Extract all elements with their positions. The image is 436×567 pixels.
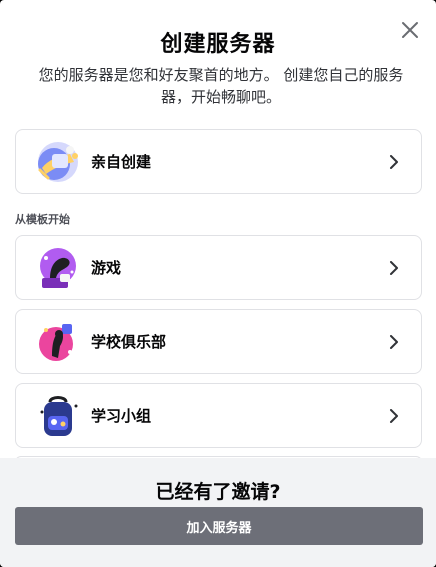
template-option-study-group[interactable]: 学习小组 [15, 383, 422, 448]
study-group-icon [40, 395, 78, 436]
invite-heading: 已经有了邀请? [155, 481, 281, 503]
modal-subtitle: 您的服务器是您和好友聚首的地方。 创建您自己的服务器，开始畅聊吧。 [38, 66, 404, 106]
school-club-icon [39, 323, 73, 361]
template-label-gaming: 游戏 [91, 259, 122, 277]
gaming-icon [40, 247, 76, 288]
chevron-right-icon [390, 154, 398, 169]
create-server-modal: 创建服务器 您的服务器是您和好友聚首的地方。 创建您自己的服务器，开始畅聊吧。 … [0, 0, 436, 567]
create-own-icon [38, 141, 78, 182]
create-own-label: 亲自创建 [91, 153, 152, 171]
templates-section-label: 从模板开始 [15, 213, 70, 226]
chevron-right-icon [390, 408, 398, 423]
template-option-school-club[interactable]: 学校俱乐部 [15, 309, 422, 374]
join-server-button[interactable]: 加入服务器 [15, 507, 423, 545]
chevron-right-icon [390, 334, 398, 349]
template-label-study-group: 学习小组 [91, 407, 152, 425]
template-option-gaming[interactable]: 游戏 [15, 235, 422, 300]
modal-title: 创建服务器 [160, 32, 276, 57]
template-label-school-club: 学校俱乐部 [91, 333, 167, 351]
create-own-option[interactable]: 亲自创建 [15, 129, 422, 194]
chevron-right-icon [390, 260, 398, 275]
modal-footer: 已经有了邀请? 加入服务器 [0, 458, 436, 567]
